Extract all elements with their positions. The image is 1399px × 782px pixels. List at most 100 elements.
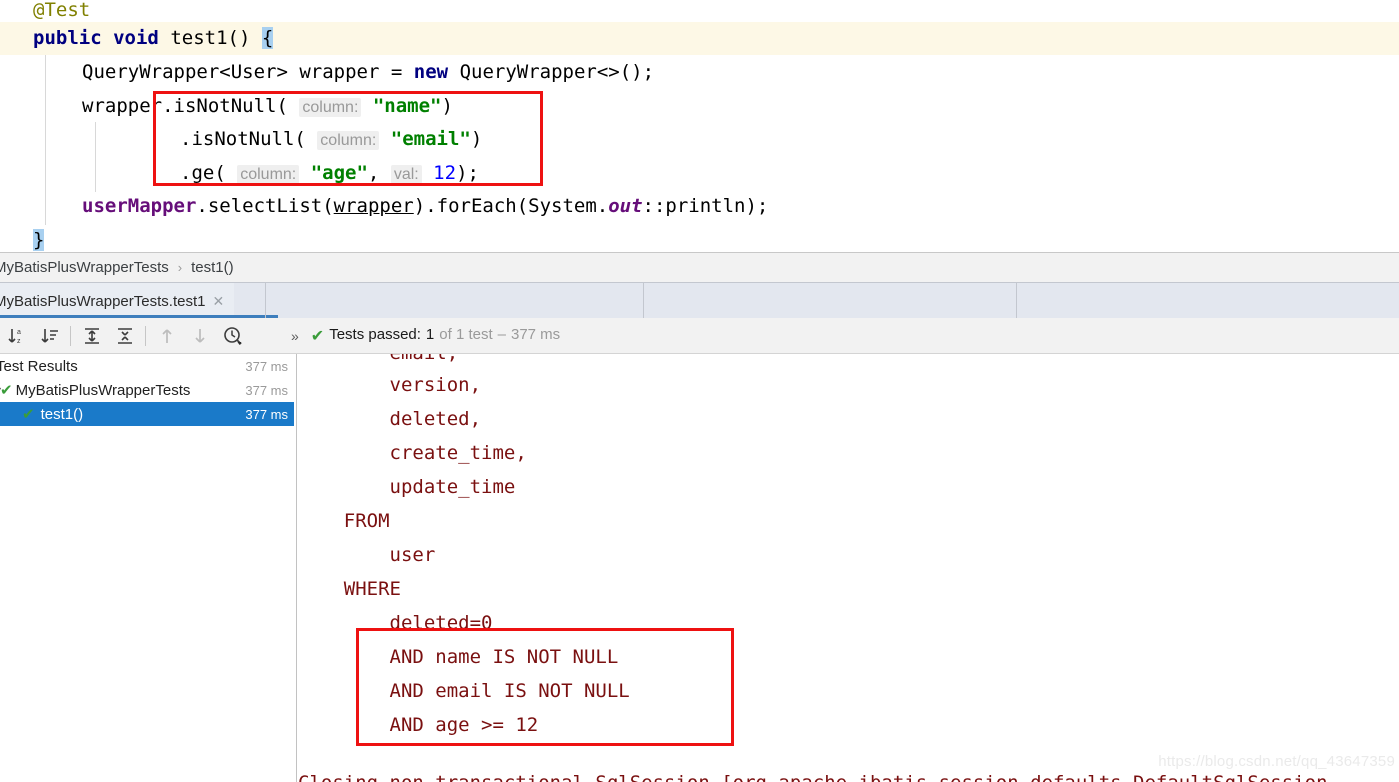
console-line: deleted, bbox=[298, 408, 482, 430]
arrow-up-icon bbox=[161, 328, 172, 343]
status-passed-label: Tests passed: bbox=[329, 325, 421, 343]
expand-all-button[interactable] bbox=[75, 319, 108, 353]
console-line: AND age >= 12 bbox=[298, 714, 539, 736]
keyword-new: new bbox=[413, 61, 449, 83]
java-editor[interactable]: @Test public void test1() { QueryWrapper… bbox=[0, 0, 1399, 252]
paren-close: ) bbox=[441, 95, 453, 117]
method-name-test1: test1() bbox=[170, 27, 251, 49]
arrow-down-icon bbox=[194, 328, 205, 343]
console-line: AND name IS NOT NULL bbox=[298, 646, 619, 668]
expand-all-icon bbox=[84, 327, 99, 344]
tree-row-label: Test Results bbox=[0, 357, 78, 375]
call-foreach: ).forEach(System. bbox=[413, 195, 609, 217]
run-tab-bar[interactable]: MyBatisPlusWrapperTests.test1 ✕ bbox=[0, 282, 1399, 319]
type-querywrapper-user: QueryWrapper<User> bbox=[82, 61, 288, 83]
code-line-isnotnull-name: wrapper.isNotNull( column: "name") bbox=[0, 90, 1399, 123]
assign-operator: = bbox=[390, 61, 403, 83]
brace-open: { bbox=[261, 27, 274, 49]
run-console-output[interactable]: email, version, deleted, create_time, up… bbox=[298, 354, 1399, 782]
console-line: version, bbox=[298, 374, 482, 396]
code-line-selectlist: userMapper.selectList(wrapper).forEach(S… bbox=[0, 190, 1399, 223]
console-line: deleted=0 bbox=[298, 612, 493, 634]
sort-alphabetically-button[interactable]: a z bbox=[0, 319, 33, 353]
next-failed-test-button[interactable] bbox=[183, 319, 216, 353]
param-hint-column: column: bbox=[237, 165, 300, 184]
test-results-tree[interactable]: Test Results 377 ms ▼ ✔ MyBatisPlusWrapp… bbox=[0, 354, 294, 782]
tree-row-test-results[interactable]: Test Results 377 ms bbox=[0, 354, 294, 378]
close-icon[interactable]: ✕ bbox=[212, 293, 224, 310]
code-line-close-brace: } bbox=[0, 224, 1399, 252]
string-age: "age" bbox=[310, 162, 368, 184]
console-line: update_time bbox=[298, 476, 516, 498]
run-tab-label: MyBatisPlusWrapperTests.test1 bbox=[0, 292, 206, 310]
clock-history-icon bbox=[223, 326, 242, 345]
breadcrumb-item-class[interactable]: MyBatisPlusWrapperTests bbox=[0, 259, 169, 276]
collapse-all-button[interactable] bbox=[108, 319, 141, 353]
console-line: create_time, bbox=[298, 442, 527, 464]
number-12: 12 bbox=[433, 162, 457, 184]
sort-az-icon: a z bbox=[7, 328, 21, 345]
test-history-button[interactable] bbox=[216, 319, 249, 353]
call-selectlist: .selectList( bbox=[196, 195, 334, 217]
status-duration-separator: – bbox=[497, 325, 506, 343]
check-icon: ✔ bbox=[22, 406, 35, 423]
keyword-public: public bbox=[33, 27, 102, 49]
idea-window: @Test public void test1() { QueryWrapper… bbox=[0, 0, 1399, 782]
paren-close: ) bbox=[470, 128, 483, 150]
param-hint-column: column: bbox=[317, 131, 380, 150]
breadcrumb-item-method[interactable]: test1() bbox=[191, 259, 234, 276]
tree-row-label: test1() bbox=[40, 405, 84, 423]
console-line: WHERE bbox=[298, 578, 401, 600]
call-isnotnull: .isNotNull( bbox=[180, 128, 306, 150]
tab-separator bbox=[643, 283, 644, 319]
tree-row-duration: 377 ms bbox=[245, 358, 288, 374]
check-icon: ✔ bbox=[310, 327, 325, 345]
code-line-signature: public void test1() { bbox=[0, 22, 1399, 55]
run-tab-active[interactable]: MyBatisPlusWrapperTests.test1 ✕ bbox=[0, 283, 235, 319]
check-icon: ✔ bbox=[0, 382, 13, 399]
variable-wrapper: wrapper bbox=[299, 61, 380, 83]
status-of-label: of 1 test bbox=[439, 325, 493, 343]
console-line: FROM bbox=[298, 510, 390, 532]
tab-separator bbox=[1016, 283, 1017, 319]
call-isnotnull: .isNotNull( bbox=[162, 95, 288, 117]
tree-row-duration: 377 ms bbox=[245, 382, 288, 398]
navigation-breadcrumb[interactable]: MyBatisPlusWrapperTests › test1() bbox=[0, 252, 1399, 282]
string-name: "name" bbox=[372, 95, 442, 117]
string-email: "email" bbox=[390, 128, 471, 150]
keyword-void: void bbox=[113, 27, 159, 49]
tree-row-mybatisplus-wrapper-tests[interactable]: ▼ ✔ MyBatisPlusWrapperTests 377 ms bbox=[0, 378, 294, 402]
collapse-all-icon bbox=[117, 327, 132, 344]
page-watermark: https://blog.csdn.net/qq_43647359 bbox=[1158, 753, 1395, 770]
test-runner-toolbar[interactable]: a z » ✔ Tests passed: 1 of 1 test – 377 … bbox=[0, 318, 1399, 354]
toolbar-overflow-button[interactable]: » bbox=[283, 328, 307, 344]
tab-separator bbox=[265, 283, 266, 319]
tree-row-label: MyBatisPlusWrapperTests bbox=[15, 381, 191, 399]
previous-failed-test-button[interactable] bbox=[150, 319, 183, 353]
method-ref-println: ::println); bbox=[642, 195, 769, 217]
constructor-querywrapper: QueryWrapper<>(); bbox=[459, 61, 655, 83]
status-passed-count: 1 bbox=[425, 325, 435, 343]
toolbar-separator bbox=[145, 325, 146, 346]
panel-splitter[interactable] bbox=[296, 354, 297, 782]
console-line: user bbox=[298, 544, 436, 566]
tree-row-duration: 377 ms bbox=[245, 406, 288, 422]
code-line-ge-age: .ge( column: "age", val: 12); bbox=[0, 157, 1399, 190]
status-duration: 377 ms bbox=[510, 325, 561, 343]
param-hint-val: val: bbox=[390, 165, 422, 184]
chevron-right-icon: › bbox=[177, 260, 183, 275]
toolbar-separator bbox=[70, 325, 71, 346]
tree-row-test1[interactable]: ✔ test1() 377 ms bbox=[0, 402, 294, 426]
static-field-out: out bbox=[608, 195, 643, 217]
param-hint-column: column: bbox=[299, 98, 362, 117]
argument-wrapper-link[interactable]: wrapper bbox=[334, 195, 414, 217]
sort-duration-icon bbox=[40, 328, 58, 343]
annotation-test: @Test bbox=[33, 0, 91, 21]
test-status-bar: ✔ Tests passed: 1 of 1 test – 377 ms bbox=[311, 326, 560, 346]
comma: , bbox=[367, 162, 380, 184]
svg-text:a: a bbox=[17, 329, 21, 336]
sort-by-duration-button[interactable] bbox=[33, 319, 66, 353]
call-ge: .ge( bbox=[180, 162, 226, 184]
console-line: AND email IS NOT NULL bbox=[298, 680, 630, 702]
statement-end: ); bbox=[456, 162, 479, 184]
